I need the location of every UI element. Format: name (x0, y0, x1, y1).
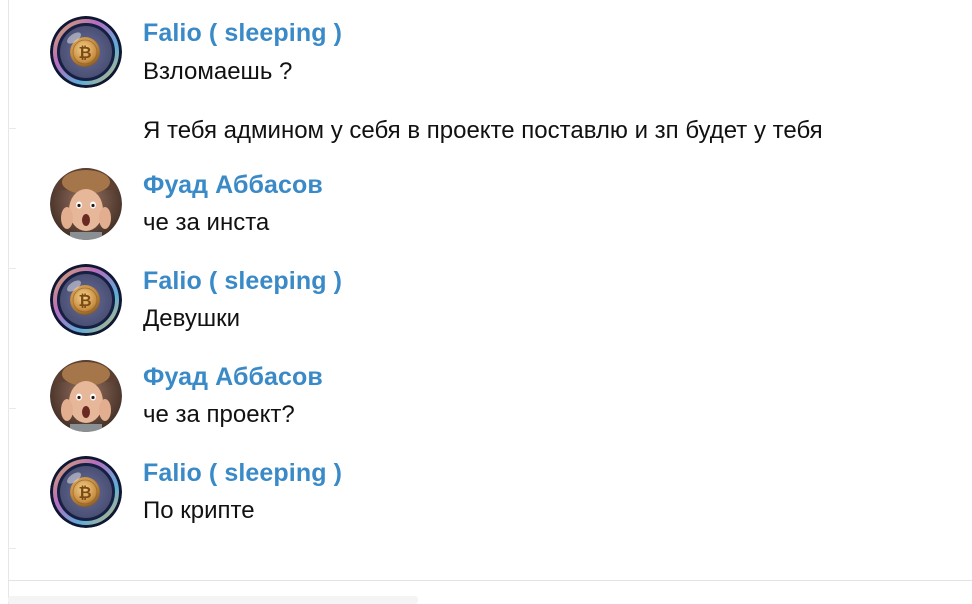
sender-name[interactable]: Фуад Аббасов (143, 171, 323, 200)
bitcoin-bubble-avatar[interactable]: ₿ (50, 264, 122, 336)
sender-name[interactable]: Falio ( sleeping ) (143, 459, 342, 488)
svg-text:₿: ₿ (78, 43, 91, 62)
sidebar-border (8, 0, 16, 604)
message-text: че за проект? (143, 401, 295, 428)
message-text: По крипте (143, 497, 255, 524)
chat-history: ₿ Falio ( sleeping ) Взломаешь ? Я тебя … (0, 0, 972, 604)
sender-name[interactable]: Фуад Аббасов (143, 363, 323, 392)
composer-edge (8, 596, 418, 604)
rail-divider (8, 408, 16, 409)
surprised-face-avatar[interactable] (50, 168, 122, 240)
svg-text:₿: ₿ (78, 483, 91, 502)
surprised-face-avatar[interactable] (50, 360, 122, 432)
message-text: че за инста (143, 209, 270, 236)
sender-name[interactable]: Falio ( sleeping ) (143, 267, 342, 296)
bitcoin-bubble-avatar[interactable]: ₿ (50, 456, 122, 528)
composer-divider (8, 580, 972, 581)
message-text: Я тебя админом у себя в проекте поставлю… (143, 117, 823, 144)
svg-text:₿: ₿ (78, 291, 91, 310)
message-text: Взломаешь ? (143, 58, 293, 85)
rail-divider (8, 268, 16, 269)
message-text: Девушки (143, 305, 240, 332)
bitcoin-bubble-avatar[interactable]: ₿ (50, 16, 122, 88)
sender-name[interactable]: Falio ( sleeping ) (143, 19, 342, 48)
rail-divider (8, 548, 16, 549)
rail-divider (8, 128, 16, 129)
